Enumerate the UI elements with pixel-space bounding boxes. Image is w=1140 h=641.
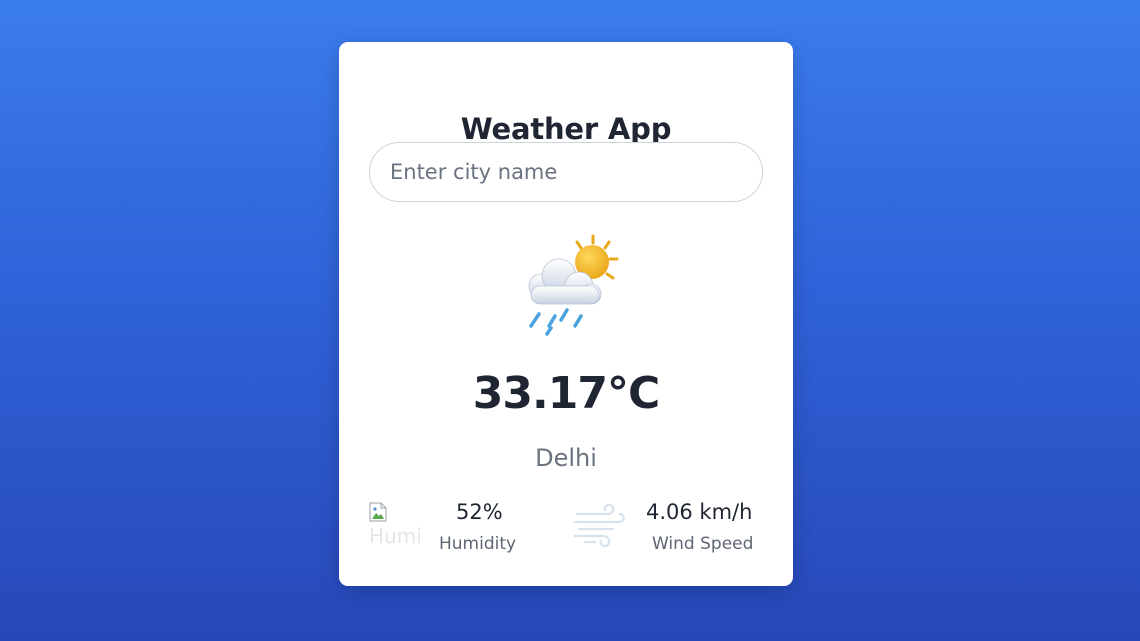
weather-card: Weather App Enter city name 33.17°C Delh… xyxy=(339,42,793,586)
sun-cloud-rain-icon xyxy=(528,234,619,336)
humidity-stat: Humidity 52% Humidity xyxy=(369,500,569,560)
city-search-input[interactable] xyxy=(369,142,763,202)
wind-stat: 4.06 km/h Wind Speed xyxy=(573,500,773,560)
wind-value: 4.06 km/h xyxy=(646,500,753,524)
wind-icon xyxy=(573,503,625,548)
temperature: 33.17°C xyxy=(472,368,660,419)
humidity-icon: Humidity xyxy=(369,502,421,548)
app-title: Weather App xyxy=(460,112,672,146)
humidity-label: Humidity xyxy=(439,534,517,554)
broken-image-icon xyxy=(369,502,387,522)
city-name: Delhi xyxy=(535,444,597,472)
wind-label: Wind Speed xyxy=(652,534,754,554)
humidity-value: 52% xyxy=(456,500,503,524)
humidity-icon-alt: Humidity xyxy=(369,524,421,548)
